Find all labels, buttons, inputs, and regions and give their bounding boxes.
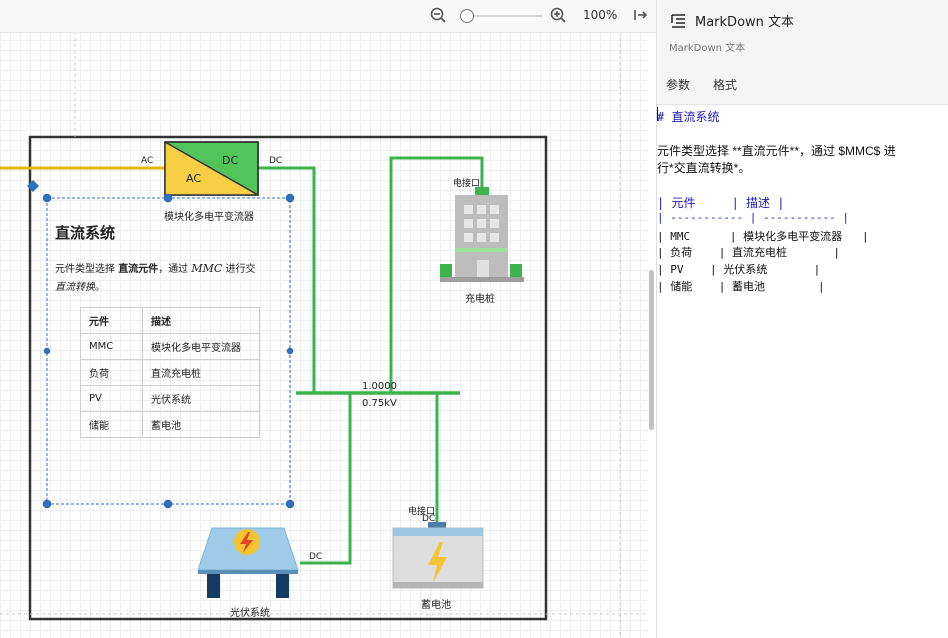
note-table: 元件 描述 MMC 模块化多电平变流器 负荷 直流充电桩 PV 光伏系统 储能 蓄电池 — [80, 307, 260, 438]
note-para-mid: ，通过 — [158, 264, 192, 275]
mmc-converter[interactable] — [164, 141, 259, 196]
table-cell: MMC — [80, 333, 143, 360]
panel-title: MarkDown 文本 — [695, 15, 795, 30]
markdown-editor[interactable]: # 直流系统 元件类型选择 **直流元件**，通过 $MMC$ 进 行*交直流转… — [657, 104, 948, 638]
battery-icon[interactable] — [392, 522, 484, 589]
table-header-row: 元件 描述 — [80, 307, 260, 334]
mmc-ac-text: AC — [186, 172, 202, 185]
panel-collapse-icon[interactable] — [631, 6, 651, 26]
md-line: | MMC | 模块化多电平变流器 | — [657, 230, 869, 243]
zoom-out-icon[interactable] — [429, 6, 449, 26]
note-para-math: MMC — [191, 262, 223, 275]
zoom-level[interactable]: 100% — [583, 8, 617, 22]
md-line: | 元件 | 描述 | — [657, 196, 785, 210]
table-row: 负荷 直流充电桩 — [80, 359, 260, 386]
table-cell: 光伏系统 — [142, 385, 260, 412]
panel-subtitle: MarkDown 文本 — [669, 43, 746, 54]
table-row: PV 光伏系统 — [80, 385, 260, 412]
table-cell: 蓄电池 — [142, 411, 260, 438]
md-line: 元件类型选择 **直流元件**，通过 $MMC$ 进 — [657, 144, 896, 158]
canvas-scrollbar[interactable] — [649, 270, 654, 430]
panel-header: MarkDown 文本 MarkDown 文本 参数 格式 — [657, 0, 948, 105]
zoom-slider-knob[interactable] — [460, 9, 474, 23]
diagram-canvas[interactable]: AC DC DC AC 模块化多电平变流器 电接口 充电桩 1.0000 0.7… — [0, 0, 648, 638]
mmc-dc-text: DC — [222, 154, 239, 167]
zoom-slider-track[interactable] — [468, 15, 542, 17]
tab-params[interactable]: 参数 — [666, 76, 690, 93]
table-cell: 模块化多电平变流器 — [142, 333, 260, 360]
note-para-suffix: 进行交 — [222, 264, 256, 275]
battery-port-dc-label: DC — [422, 514, 436, 524]
zoom-in-icon[interactable] — [549, 6, 569, 26]
battery-label: 蓄电池 — [421, 600, 451, 611]
md-line: | ----------- | ----------- | — [657, 211, 850, 224]
note-paragraph: 元件类型选择 直流元件，通过 MMC 进行交直流转换。 — [55, 260, 283, 297]
mmc-ac-port-label: AC — [141, 156, 154, 166]
pv-label: 光伏系统 — [230, 608, 270, 619]
charger-icon[interactable] — [440, 187, 524, 282]
pv-port-label: DC — [309, 552, 323, 562]
toolbar: 100% — [0, 0, 656, 33]
table-header: 元件 — [80, 307, 143, 334]
mmc-label: 模块化多电平变流器 — [164, 212, 254, 223]
pv-system-icon[interactable] — [197, 527, 299, 598]
table-row: MMC 模块化多电平变流器 — [80, 333, 260, 360]
md-line: | 负荷 | 直流充电桩 | — [657, 246, 840, 259]
properties-panel: MarkDown 文本 MarkDown 文本 参数 格式 # 直流系统 元件类… — [656, 0, 948, 638]
charger-label: 充电桩 — [465, 294, 495, 305]
bus-value-label: 1.0000 — [362, 381, 397, 392]
mmc-dc-port-label: DC — [269, 156, 283, 166]
outline-icon — [670, 13, 688, 33]
table-cell: 负荷 — [80, 359, 143, 386]
note-para-end: 。 — [95, 282, 105, 293]
md-line: # 直流系统 — [657, 110, 720, 124]
note-para-bold: 直流元件 — [118, 264, 159, 275]
note-para-italic: 直流转换 — [55, 282, 95, 293]
table-header: 描述 — [142, 307, 260, 334]
md-line: | 储能 | 蓄电池 | — [657, 280, 825, 293]
note-title: 直流系统 — [55, 224, 116, 242]
tab-format[interactable]: 格式 — [713, 76, 737, 93]
table-cell: 储能 — [80, 411, 143, 438]
charger-port-label: 电接口 — [453, 179, 481, 189]
table-cell: PV — [80, 385, 143, 412]
pv-line[interactable] — [300, 393, 352, 565]
table-cell: 直流充电桩 — [142, 359, 260, 386]
note-para-prefix: 元件类型选择 — [55, 264, 119, 275]
table-row: 储能 蓄电池 — [80, 411, 260, 438]
md-line: | PV | 光伏系统 | — [657, 263, 821, 276]
bus-voltage-label: 0.75kV — [362, 398, 397, 409]
md-line: 行*交直流转换*。 — [657, 161, 751, 175]
